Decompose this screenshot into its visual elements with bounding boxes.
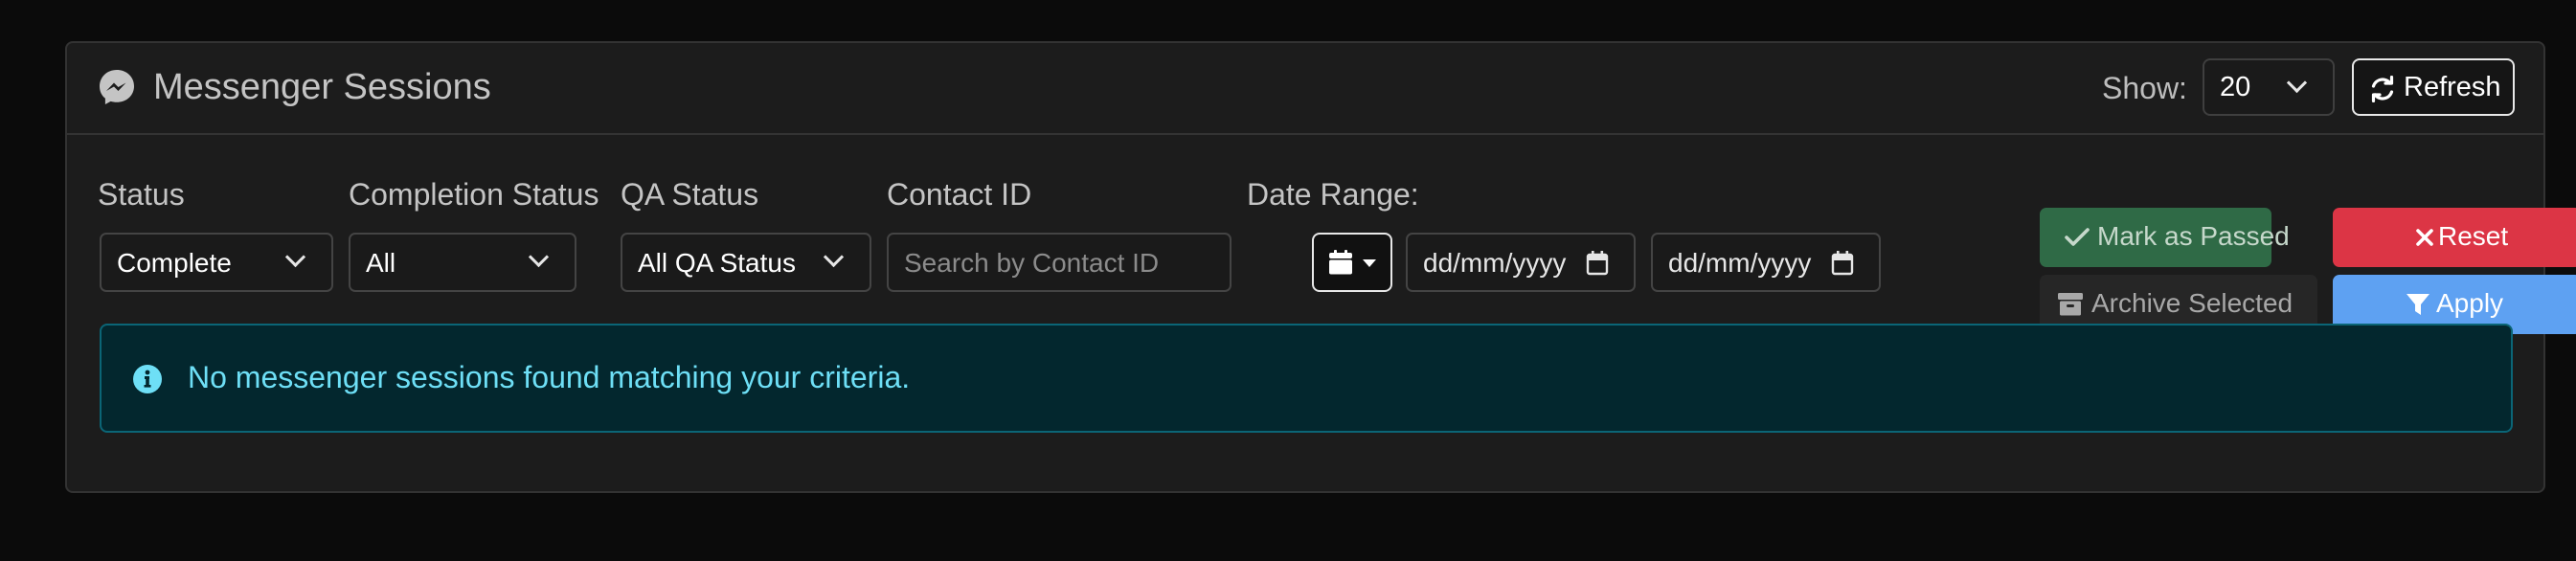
- contact-id-label: Contact ID: [887, 177, 1032, 212]
- apply-label: Apply: [2436, 288, 2504, 318]
- messenger-sessions-card: Messenger Sessions Show: 20 Refresh Stat…: [65, 41, 2576, 493]
- page-size-select[interactable]: 20: [2203, 58, 2335, 116]
- calendar-icon[interactable]: [1586, 251, 1609, 276]
- messenger-icon: [100, 70, 134, 104]
- date-from-value: dd/mm/yyyy: [1423, 248, 1567, 278]
- refresh-icon: [2371, 76, 2394, 102]
- completion-status-select[interactable]: All: [349, 233, 576, 292]
- show-label: Show:: [2102, 71, 2187, 105]
- alert-message: No messenger sessions found matching you…: [188, 360, 911, 394]
- chevron-down-icon: [823, 246, 845, 268]
- status-select[interactable]: Complete: [100, 233, 333, 292]
- page-title: Messenger Sessions: [153, 67, 491, 107]
- reset-button[interactable]: Reset: [2333, 208, 2576, 267]
- refresh-button[interactable]: Refresh: [2352, 58, 2515, 116]
- completion-status-value: All: [366, 248, 396, 278]
- no-results-alert: No messenger sessions found matching you…: [100, 324, 2513, 433]
- date-preset-dropdown-button[interactable]: [1312, 233, 1392, 292]
- refresh-label: Refresh: [2404, 72, 2501, 102]
- page-size-value: 20: [2220, 72, 2251, 102]
- qa-status-select[interactable]: All QA Status: [621, 233, 871, 292]
- contact-id-input[interactable]: Search by Contact ID: [887, 233, 1232, 292]
- qa-status-value: All QA Status: [638, 248, 796, 278]
- completion-status-label: Completion Status: [349, 177, 599, 212]
- qa-status-label: QA Status: [621, 177, 759, 212]
- status-label: Status: [98, 177, 185, 212]
- reset-label: Reset: [2438, 221, 2509, 251]
- filter-icon: [2407, 294, 2429, 315]
- status-value: Complete: [117, 248, 232, 278]
- info-circle-icon: [133, 365, 162, 393]
- archive-selected-label: Archive Selected: [2091, 288, 2294, 318]
- check-icon: [2065, 228, 2090, 246]
- archive-icon: [2058, 293, 2083, 316]
- mark-as-passed-label: Mark as Passed: [2097, 221, 2290, 251]
- close-icon: [2416, 229, 2433, 246]
- mark-as-passed-button[interactable]: Mark as Passed: [2040, 208, 2290, 267]
- date-from-input[interactable]: dd/mm/yyyy: [1406, 233, 1636, 292]
- date-to-value: dd/mm/yyyy: [1668, 248, 1812, 278]
- chevron-down-icon: [284, 246, 306, 268]
- date-range-label: Date Range:: [1247, 177, 1419, 212]
- chevron-down-icon: [2286, 72, 2308, 94]
- calendar-icon: [1329, 250, 1352, 275]
- caret-down-icon: [1363, 259, 1376, 267]
- chevron-down-icon: [528, 246, 550, 268]
- date-to-input[interactable]: dd/mm/yyyy: [1651, 233, 1881, 292]
- contact-id-placeholder: Search by Contact ID: [904, 248, 1160, 278]
- card-header: Messenger Sessions Show: 20 Refresh: [67, 43, 2543, 135]
- calendar-icon[interactable]: [1831, 251, 1854, 276]
